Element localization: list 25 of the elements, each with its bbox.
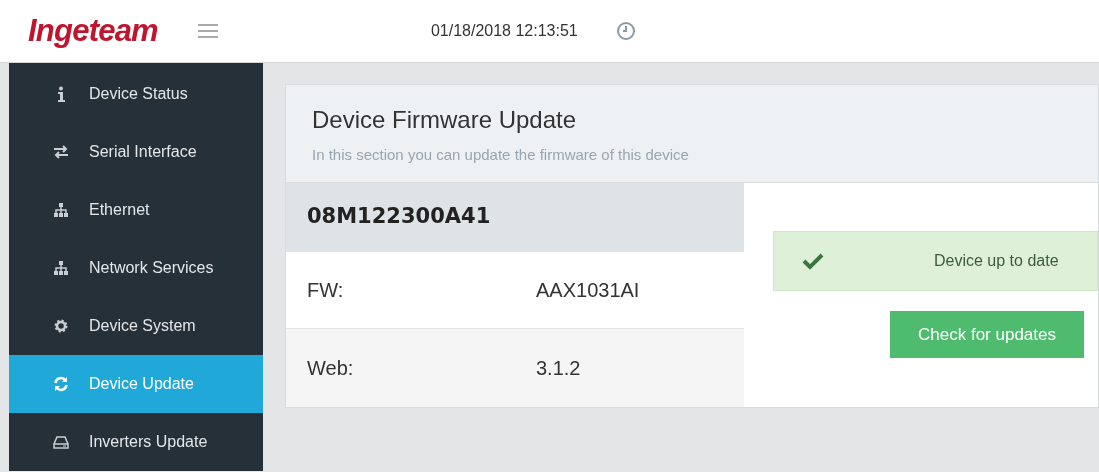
field-value: AAX1031AI <box>535 278 640 303</box>
field-label: FW: <box>306 278 345 303</box>
sitemap-icon <box>53 202 69 218</box>
sidebar-item[interactable]: Device Status <box>9 65 263 123</box>
panel-title: Device Firmware Update <box>312 105 578 135</box>
sidebar-item[interactable]: Network Services <box>9 239 263 297</box>
sitemap-icon <box>53 260 69 276</box>
panel-subtitle: In this section you can update the firmware of this device <box>312 145 690 165</box>
logo: Ingeteam <box>28 11 158 50</box>
refresh-icon <box>53 376 69 392</box>
menu-icon[interactable] <box>197 23 218 39</box>
field-value: 3.1.2 <box>535 356 581 381</box>
check-icon <box>802 252 824 270</box>
date-time: 01/18/2018 12:13:51 <box>430 21 578 41</box>
sidebar-item[interactable]: Serial Interface <box>9 123 263 181</box>
sidebar-item[interactable]: Device System <box>9 297 263 355</box>
clock-icon[interactable] <box>615 21 636 41</box>
sidebar-item[interactable]: Ethernet <box>9 181 263 239</box>
field-label: Web: <box>306 356 355 381</box>
gear-icon <box>53 318 69 334</box>
exchange-icon <box>53 144 69 160</box>
device-id: 08M122300A41 <box>307 203 491 231</box>
hard-drive-icon <box>53 434 69 450</box>
status-message: Device up to date <box>934 251 1059 271</box>
sidebar-item[interactable]: Inverters Update <box>9 413 263 471</box>
